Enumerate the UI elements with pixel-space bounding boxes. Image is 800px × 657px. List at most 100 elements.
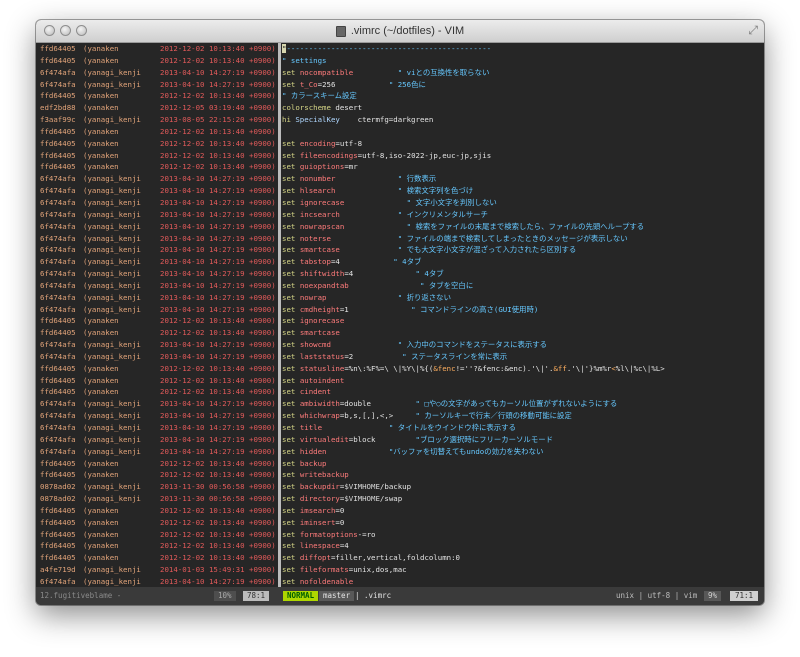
blame-line[interactable]: 6f474afa (yanagi_kenji 2013-04-10 14:27:19… bbox=[36, 197, 764, 209]
blame-line[interactable]: ffd64405 (yanaken 2012-12-02 10:13:40 +090… bbox=[36, 90, 764, 102]
blame-line[interactable]: edf2bd88 (yanaken 2012-12-05 03:19:40 +090… bbox=[36, 102, 764, 114]
code-line: set whichwrap=b,s,[,],<,> " カーソルキーで行末／行頭… bbox=[282, 410, 764, 422]
blame-line[interactable]: 6f474afa (yanagi_kenji 2013-04-10 14:27:19… bbox=[36, 79, 764, 91]
commit-hash: 6f474afa bbox=[40, 576, 76, 586]
blame-line[interactable]: ffd64405 (yanaken 2012-12-02 10:13:40 +090… bbox=[36, 327, 764, 339]
commit-date: 2013-04-10 14:27:19 +0900) bbox=[160, 245, 276, 255]
code-token: " ファイルの端まで検索してしまったときのメッセージが表示しない bbox=[397, 233, 628, 243]
blame-line[interactable]: 6f474afa (yanagi_kenji 2013-04-10 14:27:19… bbox=[36, 209, 764, 221]
commit-date: 2013-04-10 14:27:19 +0900) bbox=[160, 446, 276, 456]
code-token: set bbox=[282, 150, 300, 160]
zoom-button[interactable] bbox=[76, 25, 87, 36]
blame-line[interactable]: ffd64405 (yanaken 2012-12-02 10:13:40 +090… bbox=[36, 43, 764, 55]
commit-hash: 6f474afa bbox=[40, 209, 76, 219]
blame-line[interactable]: 6f474afa (yanagi_kenji 2013-04-10 14:27:19… bbox=[36, 292, 764, 304]
blame-line[interactable]: ffd64405 (yanaken 2012-12-02 10:13:40 +090… bbox=[36, 138, 764, 150]
code-token: guioptions bbox=[299, 162, 345, 172]
commit-hash: 6f474afa bbox=[40, 186, 76, 196]
code-token: cindent bbox=[299, 387, 331, 397]
blame-line[interactable]: ffd64405 (yanaken 2012-12-02 10:13:40 +090… bbox=[36, 505, 764, 517]
blame-line[interactable]: ffd64405 (yanaken 2012-12-02 10:13:40 +090… bbox=[36, 540, 764, 552]
blame-line[interactable]: ffd64405 (yanaken 2012-12-02 10:13:40 +090… bbox=[36, 529, 764, 541]
blame-line[interactable]: 6f474afa (yanagi_kenji 2013-04-10 14:27:19… bbox=[36, 351, 764, 363]
blame-line[interactable]: ffd64405 (yanaken 2012-12-02 10:13:40 +090… bbox=[36, 126, 764, 138]
code-token bbox=[331, 340, 398, 349]
commit-date: 2013-08-05 22:15:20 +0900) bbox=[160, 115, 276, 125]
blame-line[interactable]: ffd64405 (yanaken 2012-12-02 10:13:40 +090… bbox=[36, 161, 764, 173]
code-token: =mr bbox=[344, 162, 358, 172]
code-line: set nocompatible " viとの互換性を取らない bbox=[282, 67, 764, 79]
blame-line[interactable]: ffd64405 (yanaken 2012-12-02 10:13:40 +090… bbox=[36, 150, 764, 162]
blame-line[interactable]: ffd64405 (yanaken 2012-12-02 10:13:40 +090… bbox=[36, 458, 764, 470]
code-token: set bbox=[282, 446, 300, 456]
code-token: =unix,dos,mac bbox=[348, 565, 407, 575]
blame-line[interactable]: ffd64405 (yanaken 2012-12-02 10:13:40 +090… bbox=[36, 386, 764, 398]
commit-hash: 6f474afa bbox=[40, 257, 76, 267]
blame-line[interactable]: ffd64405 (yanaken 2012-12-02 10:13:40 +090… bbox=[36, 517, 764, 529]
commit-hash: ffd64405 bbox=[40, 328, 76, 338]
code-token: set bbox=[282, 162, 300, 172]
blame-line[interactable]: 6f474afa (yanagi_kenji 2013-04-10 14:27:19… bbox=[36, 434, 764, 446]
code-token: " タイトルをウインドウ枠に表示する bbox=[388, 423, 516, 432]
commit-hash: f3aaf99c bbox=[40, 115, 76, 125]
commit-author: (yanagi_kenji bbox=[83, 351, 141, 361]
code-token: showcmd bbox=[299, 340, 331, 350]
code-token: set bbox=[282, 399, 300, 409]
code-line: set hlsearch " 検索文字列を色づけ bbox=[282, 185, 764, 197]
code-line: set virtualedit=block "ブロック選択時にフリーカーソルモー… bbox=[282, 434, 764, 446]
blame-line[interactable]: ffd64405 (yanaken 2012-12-02 10:13:40 +090… bbox=[36, 552, 764, 564]
blame-line[interactable]: ffd64405 (yanaken 2012-12-02 10:13:40 +090… bbox=[36, 363, 764, 375]
commit-date: 2013-04-10 14:27:19 +0900) bbox=[160, 209, 276, 219]
commit-hash: ffd64405 bbox=[40, 316, 76, 326]
code-token: $VIMHOME bbox=[344, 482, 380, 492]
blame-line[interactable]: 6f474afa (yanagi_kenji 2013-04-10 14:27:19… bbox=[36, 256, 764, 268]
commit-hash: ffd64405 bbox=[40, 375, 76, 385]
minimize-button[interactable] bbox=[60, 25, 71, 36]
blame-line[interactable]: ffd64405 (yanaken 2012-12-02 10:13:40 +090… bbox=[36, 375, 764, 387]
blame-line[interactable]: 6f474afa (yanagi_kenji 2013-04-10 14:27:19… bbox=[36, 422, 764, 434]
blame-line[interactable]: 6f474afa (yanagi_kenji 2013-04-10 14:27:19… bbox=[36, 398, 764, 410]
code-token: set bbox=[282, 411, 300, 421]
blame-line[interactable]: ffd64405 (yanaken 2012-12-02 10:13:40 +090… bbox=[36, 469, 764, 481]
blame-line[interactable]: a4fe719d (yanagi_kenji 2014-01-03 15:49:31… bbox=[36, 564, 764, 576]
fullscreen-arrows-icon[interactable]: ⤢ bbox=[748, 24, 758, 36]
blame-line[interactable]: 6f474afa (yanagi_kenji 2013-04-10 14:27:19… bbox=[36, 173, 764, 185]
blame-line[interactable]: 0878ad02 (yanagi_kenji 2013-11-30 00:56:58… bbox=[36, 481, 764, 493]
blame-line[interactable]: 6f474afa (yanagi_kenji 2013-04-10 14:27:19… bbox=[36, 221, 764, 233]
editor-area[interactable]: ffd64405 (yanaken 2012-12-02 10:13:40 +090… bbox=[36, 43, 764, 587]
blame-line[interactable]: ffd64405 (yanaken 2012-12-02 10:13:40 +090… bbox=[36, 55, 764, 67]
code-token: set bbox=[282, 79, 300, 89]
code-token: set bbox=[282, 423, 300, 432]
code-line: set fileformats=unix,dos,mac bbox=[282, 564, 764, 576]
code-token: ignorecase bbox=[299, 197, 345, 207]
commit-author: (yanaken bbox=[83, 103, 119, 113]
code-token: =filler,vertical,foldcolumn:0 bbox=[330, 553, 461, 563]
code-token: hi bbox=[282, 115, 296, 125]
blame-line[interactable]: 6f474afa (yanagi_kenji 2013-04-10 14:27:19… bbox=[36, 410, 764, 422]
code-line: set backupdir=$VIMHOME/backup bbox=[282, 481, 764, 493]
blame-line[interactable]: 6f474afa (yanagi_kenji 2013-04-10 14:27:19… bbox=[36, 233, 764, 245]
commit-author: (yanagi_kenji bbox=[83, 245, 141, 255]
blame-line[interactable]: 6f474afa (yanagi_kenji 2013-04-10 14:27:19… bbox=[36, 446, 764, 458]
blame-line[interactable]: 6f474afa (yanagi_kenji 2013-04-10 14:27:19… bbox=[36, 339, 764, 351]
code-token: autoindent bbox=[299, 375, 345, 385]
code-token: $VIMHOME bbox=[344, 494, 380, 504]
blame-line[interactable]: 6f474afa (yanagi_kenji 2013-04-10 14:27:19… bbox=[36, 280, 764, 292]
code-line: set nowrapscan " 検索をファイルの末尾まで検索したら、ファイルの… bbox=[282, 221, 764, 233]
blame-line[interactable]: 6f474afa (yanagi_kenji 2013-04-10 14:27:19… bbox=[36, 244, 764, 256]
code-line: set noterse " ファイルの端まで検索してしまったときのメッセージが表… bbox=[282, 233, 764, 245]
blame-line[interactable]: 0878ad02 (yanagi_kenji 2013-11-30 00:56:58… bbox=[36, 493, 764, 505]
blame-line[interactable]: 6f474afa (yanagi_kenji 2013-04-10 14:27:19… bbox=[36, 576, 764, 587]
left-scroll-percent: 10% bbox=[214, 591, 236, 601]
blame-line[interactable]: 6f474afa (yanagi_kenji 2013-04-10 14:27:19… bbox=[36, 268, 764, 280]
blame-line[interactable]: 6f474afa (yanagi_kenji 2013-04-10 14:27:19… bbox=[36, 304, 764, 316]
blame-line[interactable]: f3aaf99c (yanagi_kenji 2013-08-05 22:15:20… bbox=[36, 114, 764, 126]
close-button[interactable] bbox=[44, 25, 55, 36]
blame-line[interactable]: 6f474afa (yanagi_kenji 2013-04-10 14:27:19… bbox=[36, 185, 764, 197]
commit-hash: ffd64405 bbox=[40, 387, 76, 397]
blame-line[interactable]: 6f474afa (yanagi_kenji 2013-04-10 14:27:19… bbox=[36, 67, 764, 79]
commit-hash: 0878ad02 bbox=[40, 494, 76, 504]
blame-line[interactable]: ffd64405 (yanaken 2012-12-02 10:13:40 +090… bbox=[36, 315, 764, 327]
code-line: set showcmd " 入力中のコマンドをステータスに表示する bbox=[282, 339, 764, 351]
code-token bbox=[344, 222, 406, 231]
